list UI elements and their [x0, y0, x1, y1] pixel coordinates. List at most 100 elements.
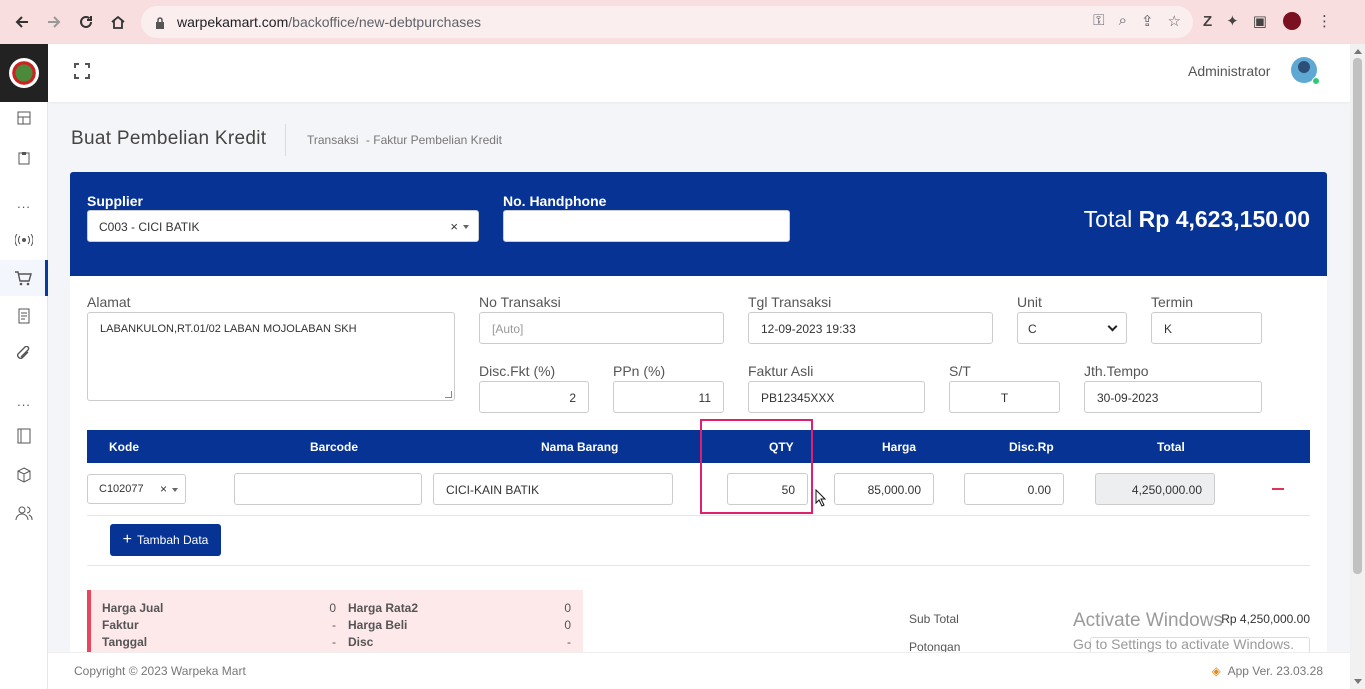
subtotal-label: Sub Total	[909, 612, 959, 626]
zoom-icon[interactable]: ⌕	[1119, 12, 1127, 30]
phone-input[interactable]	[503, 210, 790, 242]
supplier-clear-icon[interactable]: ×	[450, 219, 458, 234]
activate-windows-subtitle: Go to Settings to activate Windows.	[1073, 636, 1294, 652]
unit-value: C	[1028, 322, 1037, 336]
fullscreen-icon[interactable]	[74, 63, 90, 79]
ppn-input[interactable]: 11	[613, 381, 724, 413]
title-divider	[285, 124, 286, 156]
tgl-transaksi-input[interactable]: 12-09-2023 19:33	[748, 312, 993, 344]
footer: Copyright © 2023 Warpeka Mart ◈ App Ver.…	[48, 652, 1350, 689]
row-total-input: 4,250,000.00	[1095, 473, 1215, 505]
chevron-down-icon	[463, 225, 469, 229]
browser-nav	[6, 6, 134, 38]
top-header: Administrator	[48, 44, 1350, 102]
purchase-form-card: Supplier C003 - CICI BATIK × No. Handpho…	[70, 172, 1327, 662]
bookmark-star-icon[interactable]: ☆	[1168, 12, 1181, 30]
online-status-dot	[1312, 77, 1320, 85]
faktur-asli-input[interactable]: PB12345XXX	[748, 381, 925, 413]
supplier-select[interactable]: C003 - CICI BATIK ×	[87, 210, 479, 242]
reload-icon[interactable]	[70, 6, 102, 38]
sidebar: ... ...	[0, 44, 48, 689]
alamat-label: Alamat	[87, 294, 131, 310]
receipt-icon[interactable]	[0, 298, 48, 334]
page-scrollbar[interactable]	[1350, 44, 1365, 689]
home-icon[interactable]	[102, 6, 134, 38]
tanggal-label: Tanggal	[102, 635, 148, 649]
harga-input[interactable]: 85,000.00	[834, 473, 934, 505]
no-transaksi-label: No Transaksi	[479, 294, 561, 310]
browser-chrome: warpekamart.com/backoffice/new-debtpurch…	[0, 0, 1365, 44]
col-barcode: Barcode	[310, 440, 359, 454]
scroll-down-icon[interactable]	[1354, 679, 1362, 684]
resize-handle-icon[interactable]	[445, 391, 452, 398]
profile-avatar[interactable]	[1280, 10, 1303, 32]
col-disc-rp: Disc.Rp	[1009, 440, 1054, 454]
book-icon[interactable]	[0, 418, 48, 454]
chevron-down-icon	[1107, 321, 1118, 332]
kode-value: C102077	[99, 483, 144, 495]
col-kode: Kode	[109, 440, 139, 454]
address-bar[interactable]: warpekamart.com/backoffice/new-debtpurch…	[141, 6, 1193, 38]
extension-z-icon[interactable]: Z	[1203, 13, 1212, 30]
faktur-label: Faktur	[102, 618, 139, 632]
app-version-text: App Ver. 23.03.28	[1227, 664, 1323, 678]
back-icon[interactable]	[6, 6, 38, 38]
disc-value: -	[567, 635, 571, 649]
remove-row-icon[interactable]	[1272, 488, 1284, 490]
users-icon[interactable]	[0, 495, 48, 531]
share-icon[interactable]: ⇪	[1141, 12, 1154, 30]
breadcrumb: Transaksi - Faktur Pembelian Kredit	[307, 133, 506, 147]
termin-input[interactable]: K	[1151, 312, 1262, 344]
barcode-input[interactable]	[234, 473, 422, 505]
activate-windows-title: Activate Windows	[1073, 610, 1223, 631]
termin-label: Termin	[1151, 294, 1194, 310]
breadcrumb-current: - Faktur Pembelian Kredit	[365, 133, 502, 147]
sidepanel-icon[interactable]: ▣	[1253, 12, 1267, 30]
unit-select[interactable]: C	[1017, 312, 1127, 344]
scroll-up-icon[interactable]	[1354, 49, 1362, 54]
st-input[interactable]: T	[949, 381, 1060, 413]
url-path: /backoffice/new-debtpurchases	[288, 14, 482, 30]
qty-input[interactable]: 50	[727, 473, 808, 505]
kode-clear-icon[interactable]: ×	[160, 482, 167, 496]
alamat-textarea[interactable]: LABANKULON,RT.01/02 LABAN MOJOLABAN SKH	[87, 312, 455, 401]
menu-dots-icon[interactable]: ⋮	[1317, 12, 1332, 30]
col-harga: Harga	[882, 440, 917, 454]
harga-beli-label: Harga Beli	[348, 618, 408, 632]
disc-fkt-input[interactable]: 2	[479, 381, 589, 413]
logo-container[interactable]	[0, 44, 48, 102]
puzzle-icon[interactable]: ✦	[1226, 12, 1239, 30]
col-nama-barang: Nama Barang	[541, 440, 619, 454]
page-title: Buat Pembelian Kredit	[71, 128, 267, 149]
forward-icon[interactable]	[38, 6, 70, 38]
nama-barang-input[interactable]: CICI-KAIN BATIK	[433, 473, 673, 505]
col-total: Total	[1157, 440, 1185, 454]
key-icon[interactable]: ⚿	[1093, 12, 1104, 30]
box-icon[interactable]	[0, 457, 48, 493]
url-host: warpekamart.com	[177, 14, 289, 30]
ppn-label: PPn (%)	[613, 363, 666, 379]
broadcast-icon[interactable]	[0, 222, 48, 258]
clipboard-icon[interactable]	[0, 140, 48, 176]
jth-tempo-input[interactable]: 30-09-2023	[1084, 381, 1262, 413]
kode-select[interactable]: C102077 ×	[87, 474, 186, 504]
row-divider	[87, 515, 1310, 516]
user-name[interactable]: Administrator	[1188, 63, 1270, 79]
dashboard-icon[interactable]	[0, 100, 48, 136]
breadcrumb-transaksi[interactable]: Transaksi	[307, 133, 359, 147]
plus-icon: +	[122, 531, 132, 548]
copyright: Copyright © 2023 Warpeka Mart	[74, 664, 246, 678]
disc-rp-input[interactable]: 0.00	[964, 473, 1064, 505]
app-version: ◈ App Ver. 23.03.28	[1212, 664, 1323, 678]
disc-fkt-label: Disc.Fkt (%)	[479, 363, 556, 379]
harga-beli-value: 0	[564, 618, 571, 632]
add-row-button[interactable]: + Tambah Data	[110, 524, 221, 556]
no-transaksi-input[interactable]: [Auto]	[479, 312, 724, 344]
cart-icon[interactable]	[0, 260, 48, 296]
paperclip-icon[interactable]	[0, 336, 48, 372]
st-label: S/T	[949, 363, 971, 379]
tgl-transaksi-label: Tgl Transaksi	[748, 294, 832, 310]
scroll-thumb[interactable]	[1353, 58, 1362, 574]
alamat-value: LABANKULON,RT.01/02 LABAN MOJOLABAN SKH	[100, 323, 357, 335]
section-divider	[87, 565, 1310, 566]
